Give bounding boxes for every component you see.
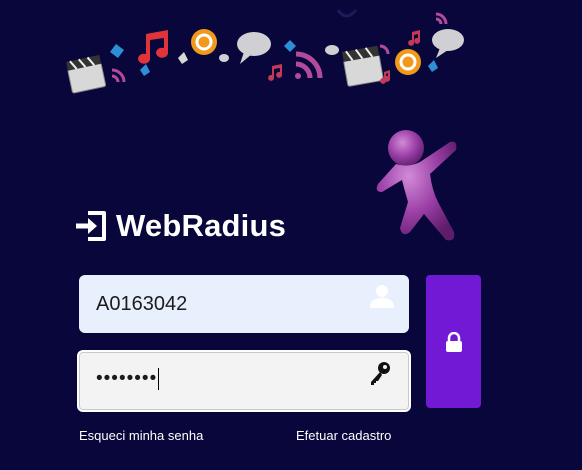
brand-header: WebRadius — [74, 208, 286, 244]
key-icon — [371, 362, 390, 385]
forgot-password-link[interactable]: Esqueci minha senha — [79, 428, 203, 443]
header-decoration — [0, 0, 582, 120]
password-field[interactable]: •••••••• — [77, 350, 411, 412]
password-input[interactable]: •••••••• — [96, 367, 393, 390]
login-submit-button[interactable] — [426, 275, 481, 408]
music-note-icon — [138, 30, 169, 64]
sign-up-link[interactable]: Efetuar cadastro — [296, 428, 391, 443]
username-field[interactable]: A0163042 — [79, 275, 409, 333]
film-clapper-icon — [342, 45, 384, 87]
email-at-icon — [395, 49, 421, 75]
sign-in-icon — [76, 211, 106, 241]
media-icons-cluster — [66, 8, 464, 94]
music-note-icon — [268, 64, 283, 81]
rss-feed-icon — [295, 51, 323, 79]
lock-icon — [445, 331, 462, 352]
crescent-decor — [336, 8, 358, 18]
mascot-figure — [376, 130, 457, 241]
email-at-icon — [191, 29, 217, 55]
username-input[interactable]: A0163042 — [96, 293, 393, 316]
film-clapper-icon — [66, 54, 107, 94]
brand-name: WebRadius — [116, 208, 287, 243]
chat-bubble-icon — [219, 29, 464, 64]
text-caret — [158, 367, 160, 390]
password-mask: •••••••• — [96, 368, 158, 389]
user-icon — [370, 285, 394, 308]
